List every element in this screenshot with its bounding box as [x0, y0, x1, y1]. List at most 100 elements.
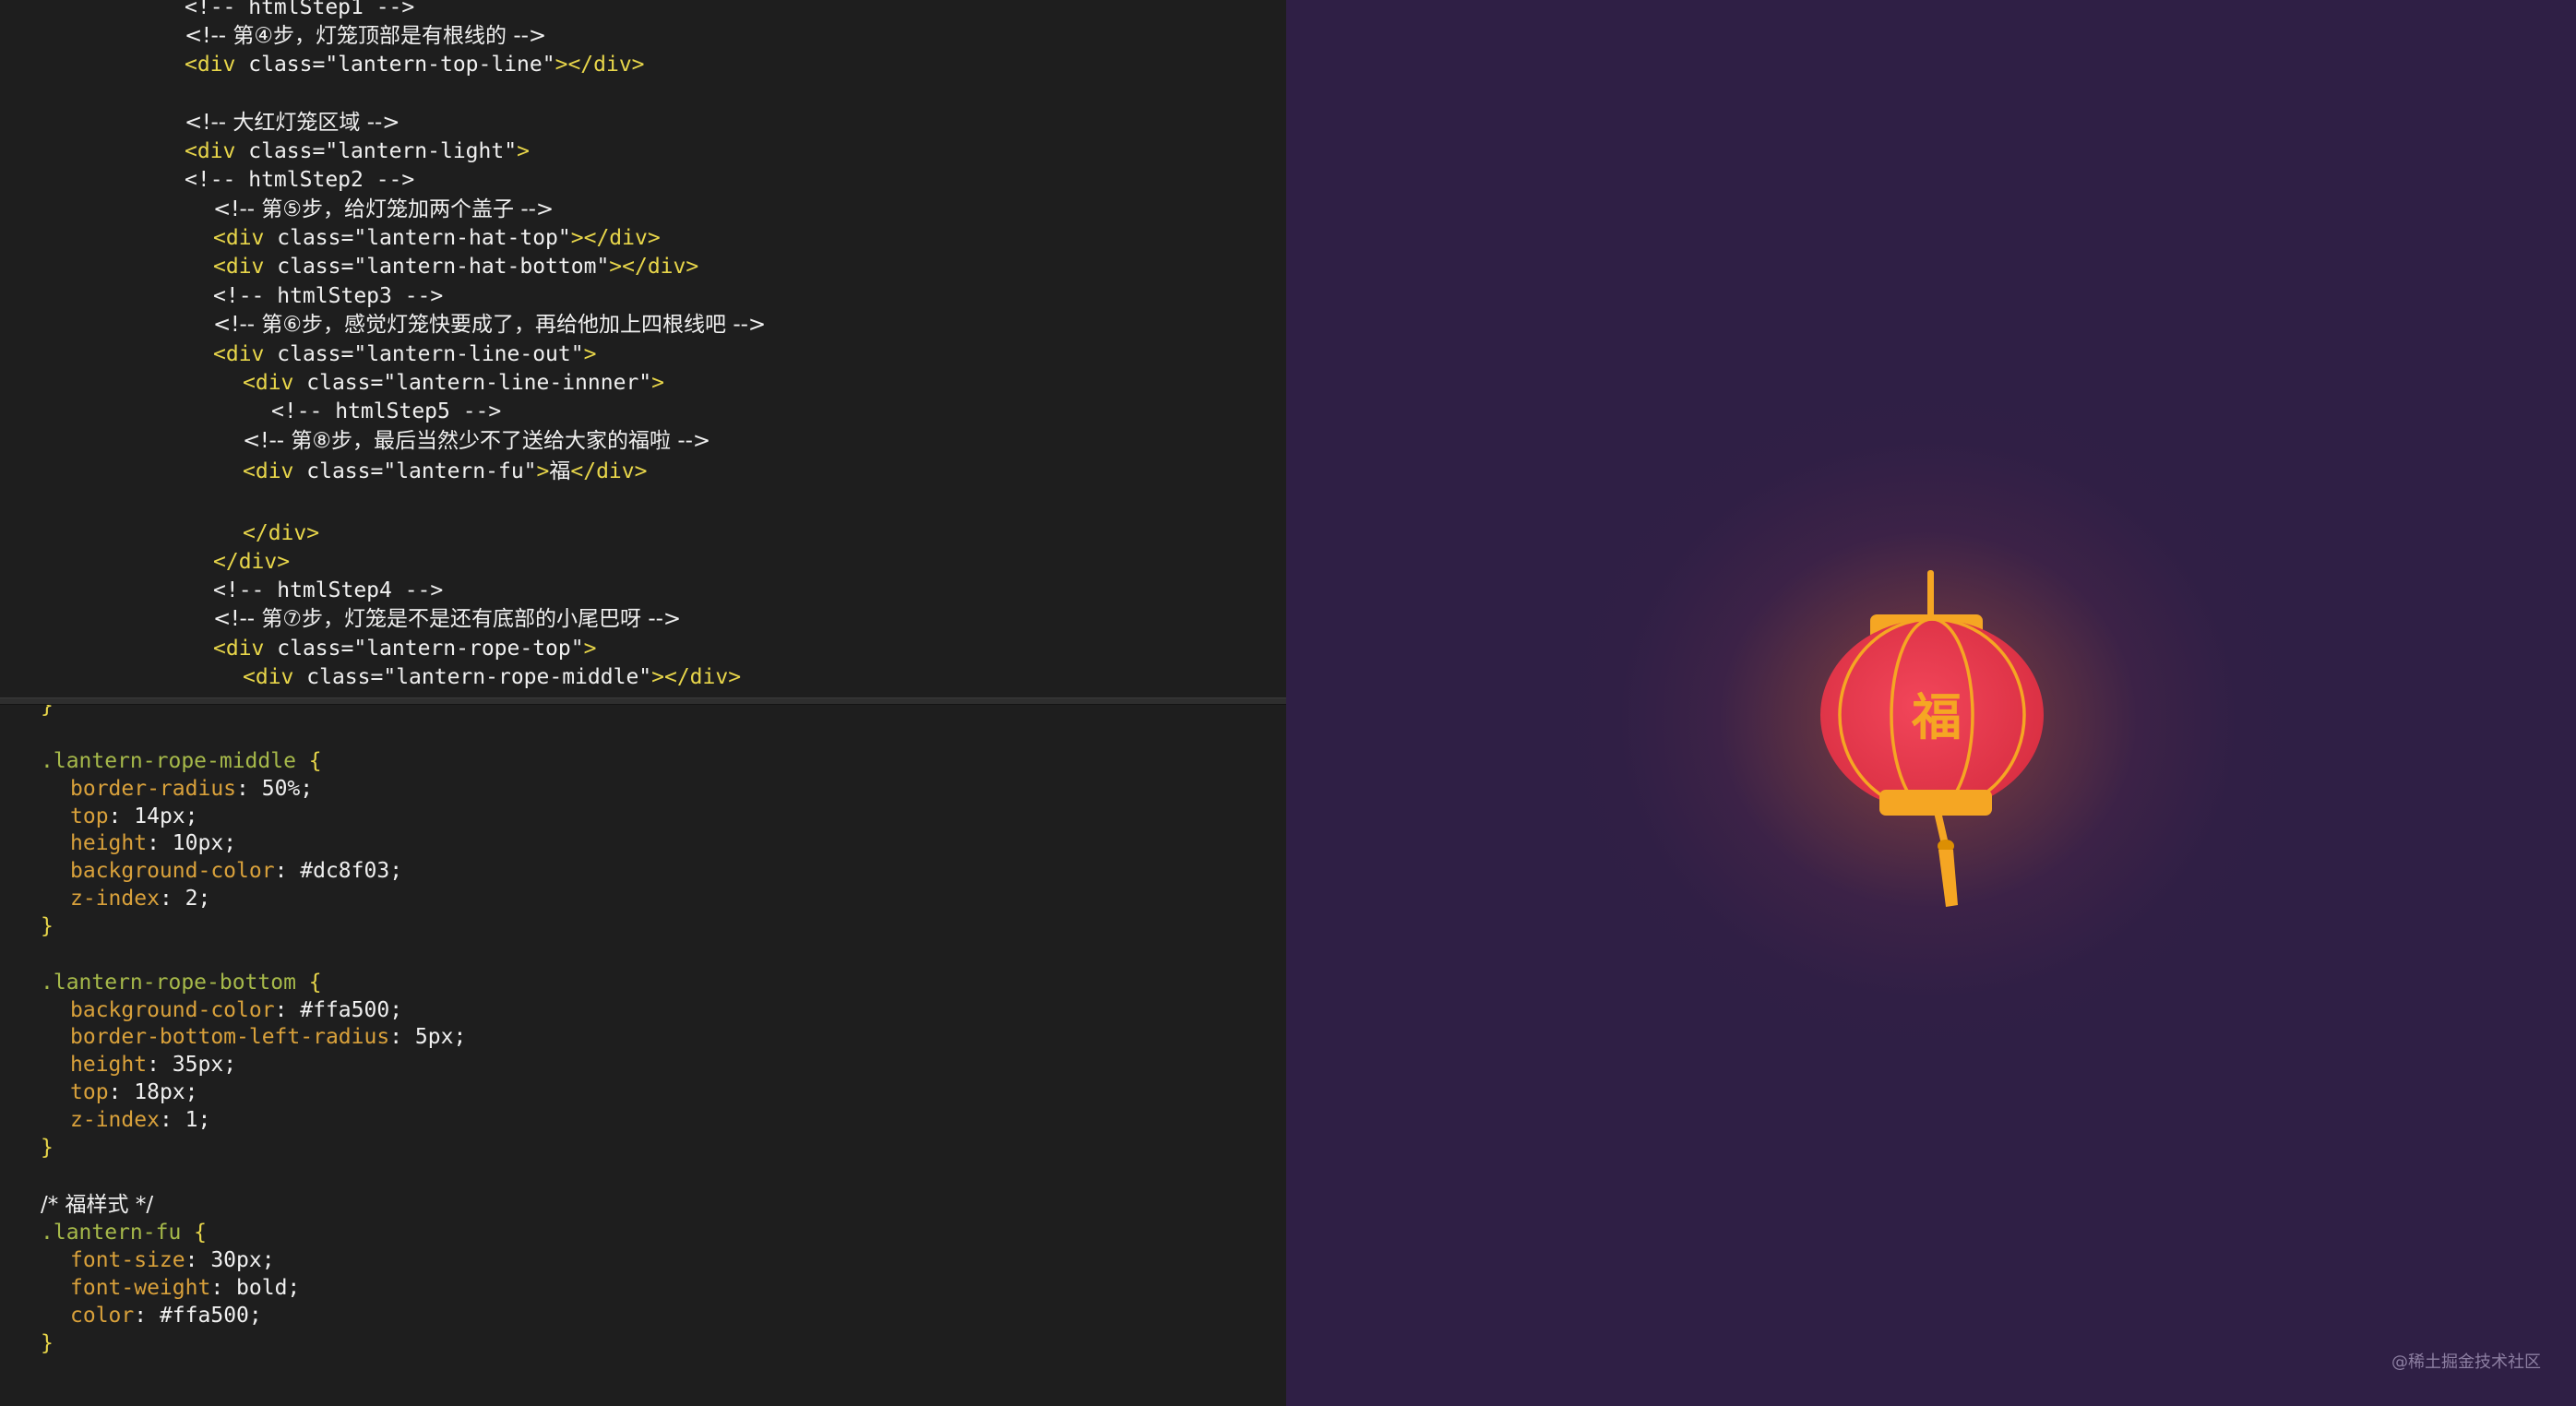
code-token: :: [236, 777, 262, 801]
code-token: z-index: [70, 1108, 160, 1132]
code-token: "lantern-light": [325, 139, 518, 163]
css-code-line: background-color: #dc8f03;: [70, 857, 402, 885]
code-token: 1: [185, 1108, 198, 1132]
code-token: ;: [453, 1025, 467, 1049]
css-code-line: top: 18px;: [70, 1078, 198, 1106]
css-code-line: background-color: #ffa500;: [70, 996, 402, 1024]
html-code-line: <!-- 第⑥步，感觉灯笼快要成了，再给他加上四根线吧 -->: [213, 311, 766, 339]
code-token: <div: [185, 53, 249, 77]
css-code-line: font-weight: bold;: [70, 1274, 300, 1302]
html-code-line: <div class="lantern-light">: [185, 137, 530, 165]
code-token: <!-- 第⑧步，最后当然少不了送给大家的福啦 -->: [243, 429, 711, 453]
html-code-line: <div class="lantern-fu">福</div>: [243, 458, 647, 485]
code-token: .lantern-rope-bottom: [41, 971, 296, 995]
code-token: ></div>: [651, 665, 742, 689]
code-token: color: [70, 1304, 135, 1328]
code-token: }: [41, 1331, 54, 1355]
lantern-glow: [1559, 387, 2297, 1052]
screen: <!-- htmlStep1 --> <!-- 第④步，灯笼顶部是有根线的 -->…: [0, 0, 2576, 1406]
html-code-line: <div class="lantern-line-innner">: [243, 369, 664, 397]
code-token: <div: [213, 226, 278, 250]
code-token: <div: [243, 459, 307, 483]
html-code-line: <!-- htmlStep2 -->: [185, 166, 414, 194]
code-token: :: [159, 1108, 185, 1132]
code-token: background-color: [70, 998, 275, 1022]
code-token: 福: [549, 459, 571, 483]
code-token: ;: [287, 1276, 301, 1300]
html-code-line: <!-- 大红灯笼区域 -->: [185, 109, 400, 137]
css-code-line: z-index: 1;: [70, 1106, 210, 1134]
html-code-line: <!-- 第⑤步，给灯笼加两个盖子 -->: [213, 196, 554, 223]
code-token: ;: [223, 831, 237, 855]
code-token: ></div>: [555, 53, 645, 77]
watermark: @稀土掘金技术社区: [2391, 1352, 2541, 1372]
code-token: 50%: [261, 777, 301, 801]
html-code-line: <div class="lantern-top-line"></div>: [185, 51, 645, 78]
css-code-line: height: 10px;: [70, 829, 236, 857]
css-code-line: color: #ffa500;: [70, 1302, 262, 1329]
html-code-line: <div class="lantern-hat-bottom"></div>: [213, 253, 698, 280]
code-token: :: [134, 1304, 160, 1328]
code-token: border-bottom-left-radius: [70, 1025, 390, 1049]
css-code-line: border-radius: 50%;: [70, 775, 313, 803]
code-token: <div: [185, 139, 249, 163]
css-code-line: border-bottom-left-radius: 5px;: [70, 1023, 466, 1051]
html-code-line: <!-- 第⑦步，灯笼是不是还有底部的小尾巴呀 -->: [213, 605, 681, 633]
code-token: 18px: [134, 1080, 185, 1104]
code-token: <!-- 第⑤步，给灯笼加两个盖子 -->: [213, 197, 555, 221]
code-token: <!-- 第④步，灯笼顶部是有根线的 -->: [185, 24, 547, 48]
code-token: ;: [261, 1248, 275, 1272]
code-token: {: [295, 749, 322, 773]
code-token: <div: [213, 342, 278, 366]
code-token: top: [70, 1080, 109, 1104]
code-token: :: [147, 1053, 173, 1077]
code-token: ;: [389, 859, 403, 883]
code-token: "lantern-hat-top": [353, 226, 571, 250]
code-token: ;: [185, 804, 198, 828]
code-token: </div>: [570, 459, 648, 483]
code-token: border-radius: [70, 777, 237, 801]
code-token: class=: [277, 637, 354, 661]
pane-splitter[interactable]: [0, 697, 1286, 705]
html-code-line: <div class="lantern-line-out">: [213, 340, 596, 368]
css-code-line: z-index: 2;: [70, 885, 210, 912]
css-code-line: }: [41, 912, 54, 940]
code-token: background-color: [70, 859, 275, 883]
code-token: class=: [306, 459, 384, 483]
css-editor-pane[interactable]: } .lantern-rope-middle {border-radius: 50…: [0, 705, 1286, 1406]
css-code-line: .lantern-rope-bottom {: [41, 969, 322, 996]
code-token: ></div>: [609, 255, 699, 279]
code-token: class=: [277, 226, 354, 250]
code-token: :: [108, 1080, 135, 1104]
code-token: class=: [248, 139, 326, 163]
css-code-line: .lantern-rope-middle {: [41, 747, 322, 775]
code-token: </div>: [213, 550, 291, 574]
code-token: "lantern-rope-middle": [383, 665, 652, 689]
code-token: height: [70, 1053, 148, 1077]
code-token: <div: [243, 665, 307, 689]
code-token: 14px: [134, 804, 185, 828]
code-token: >: [651, 371, 664, 395]
code-token: ;: [248, 1304, 262, 1328]
css-code-line: height: 35px;: [70, 1051, 236, 1078]
code-token: <div: [213, 255, 278, 279]
code-token: }: [41, 914, 54, 938]
code-token: }: [41, 705, 54, 718]
html-code-line: </div>: [213, 548, 290, 576]
code-token: ;: [223, 1053, 237, 1077]
code-token: z-index: [70, 887, 160, 911]
code-token: {: [295, 971, 322, 995]
code-token: 35px: [172, 1053, 224, 1077]
html-editor-pane[interactable]: <!-- htmlStep1 --> <!-- 第④步，灯笼顶部是有根线的 -->…: [0, 0, 1286, 697]
code-token: "lantern-line-innner": [383, 371, 652, 395]
code-token: top: [70, 804, 109, 828]
code-token: /* 福样式 */: [41, 1193, 154, 1217]
code-token: }: [41, 1136, 54, 1160]
css-code-line: .lantern-fu {: [41, 1219, 207, 1246]
code-token: <!-- 大红灯笼区域 -->: [185, 111, 400, 135]
html-code-line: <!-- htmlStep3 -->: [213, 282, 443, 310]
code-token: ;: [197, 887, 211, 911]
html-code-line: <div class="lantern-rope-top">: [213, 635, 596, 662]
code-token: #ffa500: [159, 1304, 249, 1328]
html-code-line: <div class="lantern-hat-top"></div>: [213, 224, 661, 252]
